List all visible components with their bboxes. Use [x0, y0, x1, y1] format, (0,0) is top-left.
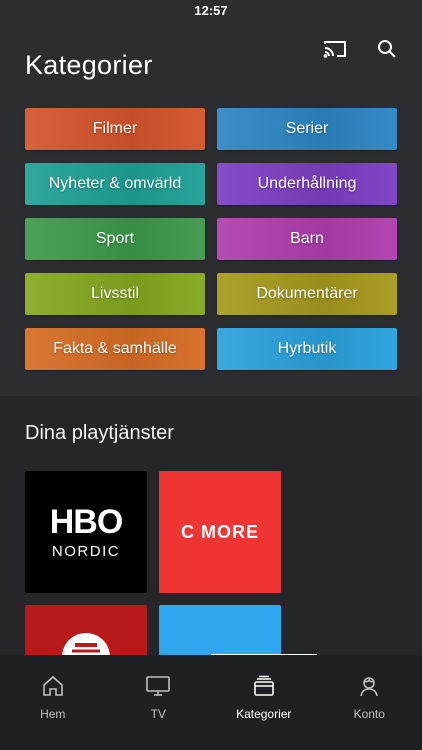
category-tile[interactable]: Hyrbutik	[217, 328, 397, 370]
category-label: Serier	[285, 120, 329, 137]
category-label: Underhållning	[257, 175, 357, 192]
play-services-section: Dina playtjänster HBO NORDIC C MORE	[0, 396, 422, 656]
cast-icon[interactable]	[322, 36, 348, 62]
account-icon	[356, 673, 382, 699]
hbo-nordic-tile[interactable]: HBO NORDIC	[25, 471, 147, 593]
category-tile[interactable]: Underhållning	[217, 163, 397, 205]
category-label: Fakta & samhälle	[53, 340, 177, 357]
category-label: Nyheter & omvärld	[48, 175, 182, 192]
category-tile[interactable]: Fakta & samhälle	[25, 328, 205, 370]
cmore-tile[interactable]: C MORE	[159, 471, 281, 593]
search-icon[interactable]	[374, 36, 400, 62]
svt-play-tile[interactable]	[25, 605, 147, 656]
category-label: Sport	[95, 230, 135, 247]
top-icons	[322, 36, 400, 62]
tab-hem[interactable]: Hem	[0, 655, 106, 750]
category-tile[interactable]: Sport	[25, 218, 205, 260]
category-grid: Filmer Serier Nyheter & omvärld Underhållni…	[25, 108, 397, 370]
tab-label: Hem	[40, 707, 66, 721]
category-tile[interactable]: Barn	[217, 218, 397, 260]
category-tile[interactable]: Dokumentärer	[217, 273, 397, 315]
tab-label: TV	[150, 707, 166, 721]
category-label: Barn	[290, 230, 324, 247]
tab-kategorier[interactable]: Kategorier	[211, 655, 317, 750]
cmore-logo-text: C MORE	[181, 521, 259, 542]
category-label: Filmer	[92, 120, 138, 137]
categories-icon	[251, 673, 277, 699]
hbo-logo-subtext: NORDIC	[51, 542, 121, 560]
section-title: Dina playtjänster	[25, 422, 174, 444]
status-time: 12:57	[194, 3, 228, 18]
page-title: Kategorier	[25, 50, 153, 80]
bottom-tab-bar: Hem TV Kategorier Konto	[0, 655, 422, 750]
category-label: Dokumentärer	[256, 285, 358, 302]
svt-logo-icon	[62, 633, 110, 656]
service-tile-blue[interactable]	[159, 605, 281, 656]
category-label: Hyrbutik	[277, 340, 337, 357]
tab-tv[interactable]: TV	[106, 655, 212, 750]
tv-icon	[145, 673, 171, 699]
tab-konto[interactable]: Konto	[317, 655, 422, 750]
category-tile[interactable]: Nyheter & omvärld	[25, 163, 205, 205]
category-tile[interactable]: Filmer	[25, 108, 205, 150]
category-tile[interactable]: Serier	[217, 108, 397, 150]
category-tile[interactable]: Livsstil	[25, 273, 205, 315]
tab-label: Kategorier	[236, 707, 292, 721]
tab-label: Konto	[353, 707, 385, 721]
category-label: Livsstil	[90, 285, 139, 302]
hbo-logo-text: HBO	[49, 502, 124, 541]
home-icon	[40, 673, 66, 699]
status-bar: 12:57	[0, 0, 422, 22]
